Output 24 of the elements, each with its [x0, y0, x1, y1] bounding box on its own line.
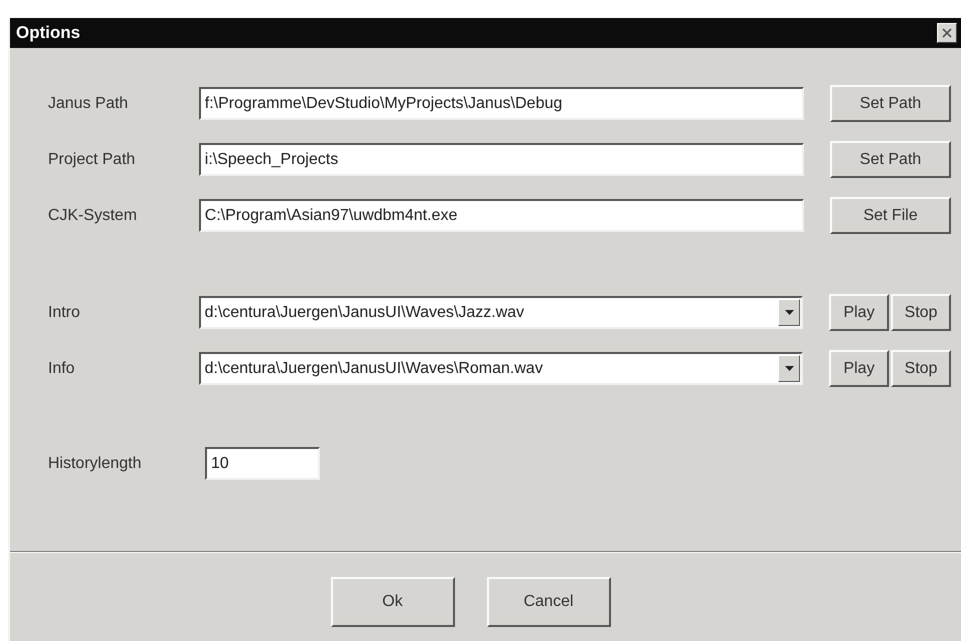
set-path-button[interactable]: Set Path [830, 141, 951, 178]
close-icon [942, 28, 952, 38]
sound-combo[interactable]: d:\centura\Juergen\JanusUI\Waves\Jazz.wav [198, 296, 803, 329]
sound-button[interactable]: Stop [891, 294, 951, 331]
field-label: CJK-System [48, 206, 138, 224]
window-title: Options [16, 23, 80, 43]
dialog-button[interactable]: Ok [330, 577, 454, 627]
sound-button[interactable]: Stop [891, 350, 951, 387]
field-label: Info [48, 360, 76, 378]
field-label: Intro [48, 304, 82, 322]
sound-button[interactable]: Play [829, 294, 889, 331]
path-field[interactable]: i:\Speech_Projects [198, 143, 804, 176]
path-field[interactable]: C:\Program\Asian97\uwdbm4nt.exe [198, 199, 804, 232]
sound-combo[interactable]: d:\centura\Juergen\JanusUI\Waves\Roman.wav [198, 352, 803, 385]
field-label: Project Path [48, 150, 136, 168]
field-label: Historylength [48, 454, 142, 472]
path-field[interactable]: f:\Programme\DevStudio\MyProjects\Janus\Debug [198, 87, 804, 120]
sound-button[interactable]: Play [829, 350, 889, 387]
close-button[interactable] [937, 23, 957, 43]
set-path-button[interactable]: Set Path [830, 85, 951, 122]
dialog-button[interactable]: Cancel [486, 577, 610, 627]
history-length-field[interactable]: 10 [205, 447, 320, 480]
set-path-button[interactable]: Set File [830, 197, 951, 234]
field-label: Janus Path [48, 94, 130, 112]
